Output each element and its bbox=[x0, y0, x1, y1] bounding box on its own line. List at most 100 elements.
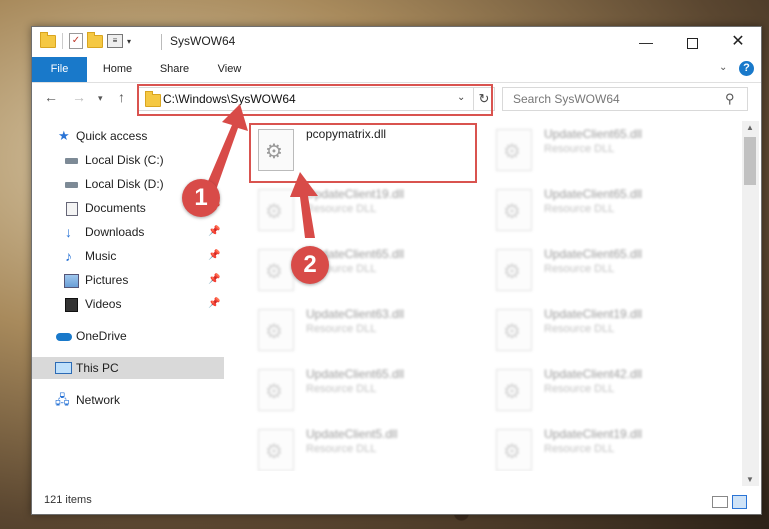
maximize-button[interactable] bbox=[669, 27, 715, 57]
sidebar-item-local-disk-c[interactable]: Local Disk (C:) bbox=[32, 149, 224, 171]
file-type: Resource DLL bbox=[544, 203, 615, 215]
pin-icon[interactable]: 📌 bbox=[208, 221, 220, 243]
file-type: Resource DLL bbox=[544, 383, 615, 395]
forward-button[interactable]: → bbox=[72, 89, 86, 105]
pin-icon[interactable]: 📌 bbox=[208, 245, 220, 267]
tab-home[interactable]: Home bbox=[90, 57, 145, 82]
search-input[interactable]: Search SysWOW64 bbox=[513, 92, 620, 106]
music-icon: ♪ bbox=[65, 248, 72, 264]
sidebar-item-onedrive[interactable]: OneDrive bbox=[32, 325, 224, 347]
maximize-icon bbox=[686, 37, 698, 49]
file-name: UpdateClient65.dll bbox=[544, 187, 643, 201]
back-button[interactable]: ← bbox=[44, 89, 58, 105]
scroll-thumb[interactable] bbox=[744, 137, 756, 185]
sidebar-item-network[interactable]: 🖧 Network bbox=[32, 389, 224, 411]
cloud-icon bbox=[56, 333, 72, 341]
list-item[interactable]: UpdateClient65.dll Resource DLL bbox=[482, 245, 712, 301]
properties-check-icon[interactable]: ✓ bbox=[69, 33, 83, 49]
file-type: Resource DLL bbox=[306, 383, 377, 395]
file-name: UpdateClient5.dll bbox=[306, 427, 398, 441]
videos-icon bbox=[65, 298, 78, 312]
sidebar-item-quick-access[interactable]: ★ Quick access bbox=[32, 125, 224, 147]
dll-file-icon bbox=[496, 189, 532, 231]
scroll-up-icon[interactable]: ▲ bbox=[746, 123, 754, 132]
sidebar-item-downloads[interactable]: ↓ Downloads 📌 bbox=[32, 221, 224, 243]
tab-file[interactable]: File bbox=[32, 57, 87, 82]
file-name: UpdateClient65.dll bbox=[544, 127, 643, 141]
sidebar-item-label: Pictures bbox=[85, 273, 129, 287]
star-icon: ★ bbox=[58, 128, 70, 143]
file-name: UpdateClient65.dll bbox=[544, 247, 643, 261]
list-item[interactable]: UpdateClient65.dll Resource DLL bbox=[244, 245, 474, 301]
file-type: Resource DLL bbox=[306, 323, 377, 335]
file-type: Resource DLL bbox=[544, 443, 615, 455]
file-type: Resource DLL bbox=[544, 143, 615, 155]
list-item[interactable]: UpdateClient65.dll Resource DLL bbox=[482, 185, 712, 241]
dll-file-icon bbox=[496, 129, 532, 171]
list-item[interactable]: UpdateClient19.dll Resource DLL bbox=[482, 425, 712, 471]
ribbon-tabs: File Home Share View ⌄ ? bbox=[32, 57, 761, 83]
tab-share[interactable]: Share bbox=[147, 57, 202, 82]
item-count: 121 items bbox=[44, 494, 92, 506]
sidebar-item-label: Videos bbox=[85, 297, 122, 311]
properties-icon[interactable]: ≡ bbox=[107, 34, 123, 48]
list-item[interactable]: UpdateClient65.dll Resource DLL bbox=[482, 125, 712, 181]
folder-icon[interactable] bbox=[40, 31, 56, 48]
list-item[interactable]: UpdateClient42.dll Resource DLL bbox=[482, 365, 712, 421]
dll-file-icon bbox=[258, 249, 294, 291]
recent-locations-button[interactable]: ▾ bbox=[98, 93, 103, 104]
vertical-scrollbar[interactable]: ▲ ▼ bbox=[742, 121, 759, 486]
tab-view[interactable]: View bbox=[202, 57, 257, 82]
details-view-icon[interactable] bbox=[712, 496, 728, 508]
sidebar-item-pictures[interactable]: Pictures 📌 bbox=[32, 269, 224, 291]
list-item[interactable]: UpdateClient65.dll Resource DLL bbox=[244, 365, 474, 421]
dll-file-icon bbox=[496, 249, 532, 291]
file-name: UpdateClient63.dll bbox=[306, 307, 405, 321]
sidebar-item-this-pc[interactable]: This PC bbox=[32, 357, 224, 379]
dll-file-icon bbox=[258, 429, 294, 471]
dll-file-icon bbox=[258, 189, 294, 231]
list-item[interactable]: UpdateClient5.dll Resource DLL bbox=[244, 425, 474, 471]
address-bar-highlight bbox=[137, 84, 493, 116]
pin-icon[interactable]: 📌 bbox=[208, 293, 220, 315]
list-item[interactable]: UpdateClient19.dll Resource DLL bbox=[244, 185, 474, 241]
sidebar-item-label: Local Disk (D:) bbox=[85, 177, 164, 191]
disk-icon bbox=[65, 158, 78, 164]
search-box[interactable]: Search SysWOW64 ⚲ bbox=[502, 87, 748, 111]
dll-file-icon bbox=[258, 369, 294, 411]
file-type: Resource DLL bbox=[544, 263, 615, 275]
pictures-icon bbox=[64, 274, 79, 288]
dll-file-icon bbox=[496, 369, 532, 411]
file-type: Resource DLL bbox=[544, 323, 615, 335]
up-button[interactable]: ↑ bbox=[118, 89, 125, 105]
close-button[interactable]: ✕ bbox=[715, 27, 761, 57]
scroll-down-icon[interactable]: ▼ bbox=[746, 475, 754, 484]
sidebar-item-label: Network bbox=[76, 393, 121, 407]
sidebar-item-music[interactable]: ♪ Music 📌 bbox=[32, 245, 224, 267]
chevron-down-icon[interactable]: ▾ bbox=[127, 37, 131, 46]
minimize-button[interactable]: — bbox=[623, 27, 669, 57]
expand-ribbon-icon[interactable]: ⌄ bbox=[719, 62, 727, 73]
documents-icon bbox=[66, 202, 78, 216]
dll-file-icon bbox=[258, 309, 294, 351]
file-type: Resource DLL bbox=[306, 203, 377, 215]
help-icon[interactable]: ? bbox=[739, 61, 754, 76]
sidebar-item-label: Documents bbox=[85, 201, 146, 215]
step-1-badge: 1 bbox=[182, 179, 220, 217]
search-icon[interactable]: ⚲ bbox=[725, 91, 735, 107]
file-name: UpdateClient19.dll bbox=[544, 427, 643, 441]
dll-file-icon bbox=[496, 309, 532, 351]
sidebar-item-label: OneDrive bbox=[76, 329, 127, 343]
new-folder-icon[interactable] bbox=[87, 31, 103, 48]
title-divider bbox=[161, 34, 162, 50]
sidebar-item-videos[interactable]: Videos 📌 bbox=[32, 293, 224, 315]
step-2-badge: 2 bbox=[291, 246, 329, 284]
file-name: UpdateClient65.dll bbox=[306, 367, 405, 381]
large-icons-view-icon[interactable] bbox=[732, 495, 747, 509]
pin-icon[interactable]: 📌 bbox=[208, 269, 220, 291]
list-item[interactable]: UpdateClient63.dll Resource DLL bbox=[244, 305, 474, 361]
file-type: Resource DLL bbox=[306, 443, 377, 455]
file-name: UpdateClient19.dll bbox=[306, 187, 405, 201]
disk-icon bbox=[65, 182, 78, 188]
list-item[interactable]: UpdateClient19.dll Resource DLL bbox=[482, 305, 712, 361]
